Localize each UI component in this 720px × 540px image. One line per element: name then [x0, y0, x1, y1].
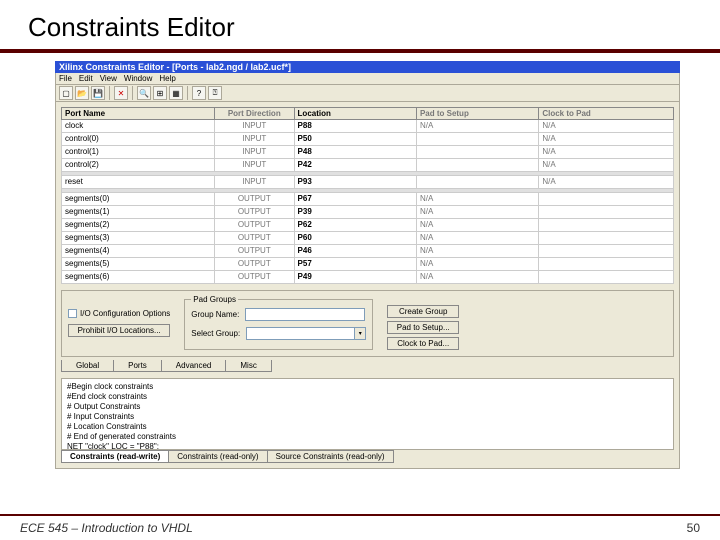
tab-source-constraints[interactable]: Source Constraints (read-only) [267, 450, 394, 463]
select-group-label: Select Group: [191, 329, 240, 338]
table-row[interactable]: clockINPUTP88N/AN/A [62, 120, 674, 133]
page-number: 50 [687, 521, 700, 535]
tab-constraints-rw[interactable]: Constraints (read-write) [61, 450, 169, 463]
table-row[interactable]: segments(4)OUTPUTP46N/A [62, 245, 674, 258]
window-titlebar: Xilinx Constraints Editor - [Ports - lab… [55, 61, 680, 73]
table-row[interactable]: control(0)INPUTP50N/A [62, 133, 674, 146]
tab-misc[interactable]: Misc [225, 360, 271, 372]
group-icon[interactable]: ⊞ [153, 86, 167, 100]
tab-constraints-ro[interactable]: Constraints (read-only) [168, 450, 267, 463]
tab-global[interactable]: Global [61, 360, 114, 372]
group-name-input[interactable] [245, 308, 365, 321]
table-row[interactable]: segments(0)OUTPUTP67N/A [62, 193, 674, 206]
delete-icon[interactable]: ✕ [114, 86, 128, 100]
table-row[interactable]: segments(3)OUTPUTP60N/A [62, 232, 674, 245]
constraints-text[interactable]: #Begin clock constraints#End clock const… [61, 378, 674, 450]
constraints-editor-window: Xilinx Constraints Editor - [Ports - lab… [55, 61, 680, 469]
col-pad-to-setup[interactable]: Pad to Setup [416, 108, 538, 120]
table-row[interactable]: control(2)INPUTP42N/A [62, 159, 674, 172]
save-icon[interactable]: 💾 [91, 86, 105, 100]
pad-groups-panel: I/O Configuration Options Prohibit I/O L… [61, 290, 674, 357]
main-tabs: Global Ports Advanced Misc [61, 360, 674, 372]
pad-to-setup-button[interactable]: Pad to Setup... [387, 321, 459, 334]
search-icon[interactable]: 🔍 [137, 86, 151, 100]
chevron-down-icon: ▾ [354, 328, 365, 339]
tab-advanced[interactable]: Advanced [161, 360, 227, 372]
col-port-direction[interactable]: Port Direction [215, 108, 295, 120]
table-row[interactable]: resetINPUTP93N/A [62, 176, 674, 189]
menu-view[interactable]: View [100, 74, 117, 83]
toolbar: ▢ 📂 💾 ✕ 🔍 ⊞ ▦ ? ⍰ [55, 85, 680, 102]
io-config-checkbox[interactable] [68, 309, 77, 318]
table-row[interactable]: control(1)INPUTP48N/A [62, 146, 674, 159]
table-row[interactable]: segments(2)OUTPUTP62N/A [62, 219, 674, 232]
table-row[interactable]: segments(6)OUTPUTP49N/A [62, 271, 674, 284]
help-icon[interactable]: ? [192, 86, 206, 100]
new-icon[interactable]: ▢ [59, 86, 73, 100]
menu-file[interactable]: File [59, 74, 72, 83]
slide-title: Constraints Editor [0, 0, 720, 49]
group-name-label: Group Name: [191, 310, 239, 319]
menu-help[interactable]: Help [159, 74, 175, 83]
col-location[interactable]: Location [294, 108, 416, 120]
menubar: File Edit View Window Help [55, 73, 680, 85]
pad-groups-legend: Pad Groups [191, 295, 238, 304]
ports-table: Port Name Port Direction Location Pad to… [61, 107, 674, 284]
open-icon[interactable]: 📂 [75, 86, 89, 100]
menu-edit[interactable]: Edit [79, 74, 93, 83]
col-clock-to-pad[interactable]: Clock to Pad [539, 108, 674, 120]
table-row[interactable]: segments(1)OUTPUTP39N/A [62, 206, 674, 219]
menu-window[interactable]: Window [124, 74, 152, 83]
constraints-tabs: Constraints (read-write) Constraints (re… [61, 450, 674, 463]
col-port-name[interactable]: Port Name [62, 108, 215, 120]
footer-text: ECE 545 – Introduction to VHDL [20, 521, 193, 535]
title-rule [0, 49, 720, 53]
select-group-combo[interactable]: ▾ [246, 327, 366, 340]
prohibit-io-button[interactable]: Prohibit I/O Locations... [68, 324, 170, 337]
io-config-label: I/O Configuration Options [80, 309, 170, 318]
context-help-icon[interactable]: ⍰ [208, 86, 222, 100]
table-row[interactable]: segments(5)OUTPUTP57N/A [62, 258, 674, 271]
tab-ports[interactable]: Ports [113, 360, 162, 372]
chip-icon[interactable]: ▦ [169, 86, 183, 100]
clock-to-pad-button[interactable]: Clock to Pad... [387, 337, 459, 350]
create-group-button[interactable]: Create Group [387, 305, 459, 318]
